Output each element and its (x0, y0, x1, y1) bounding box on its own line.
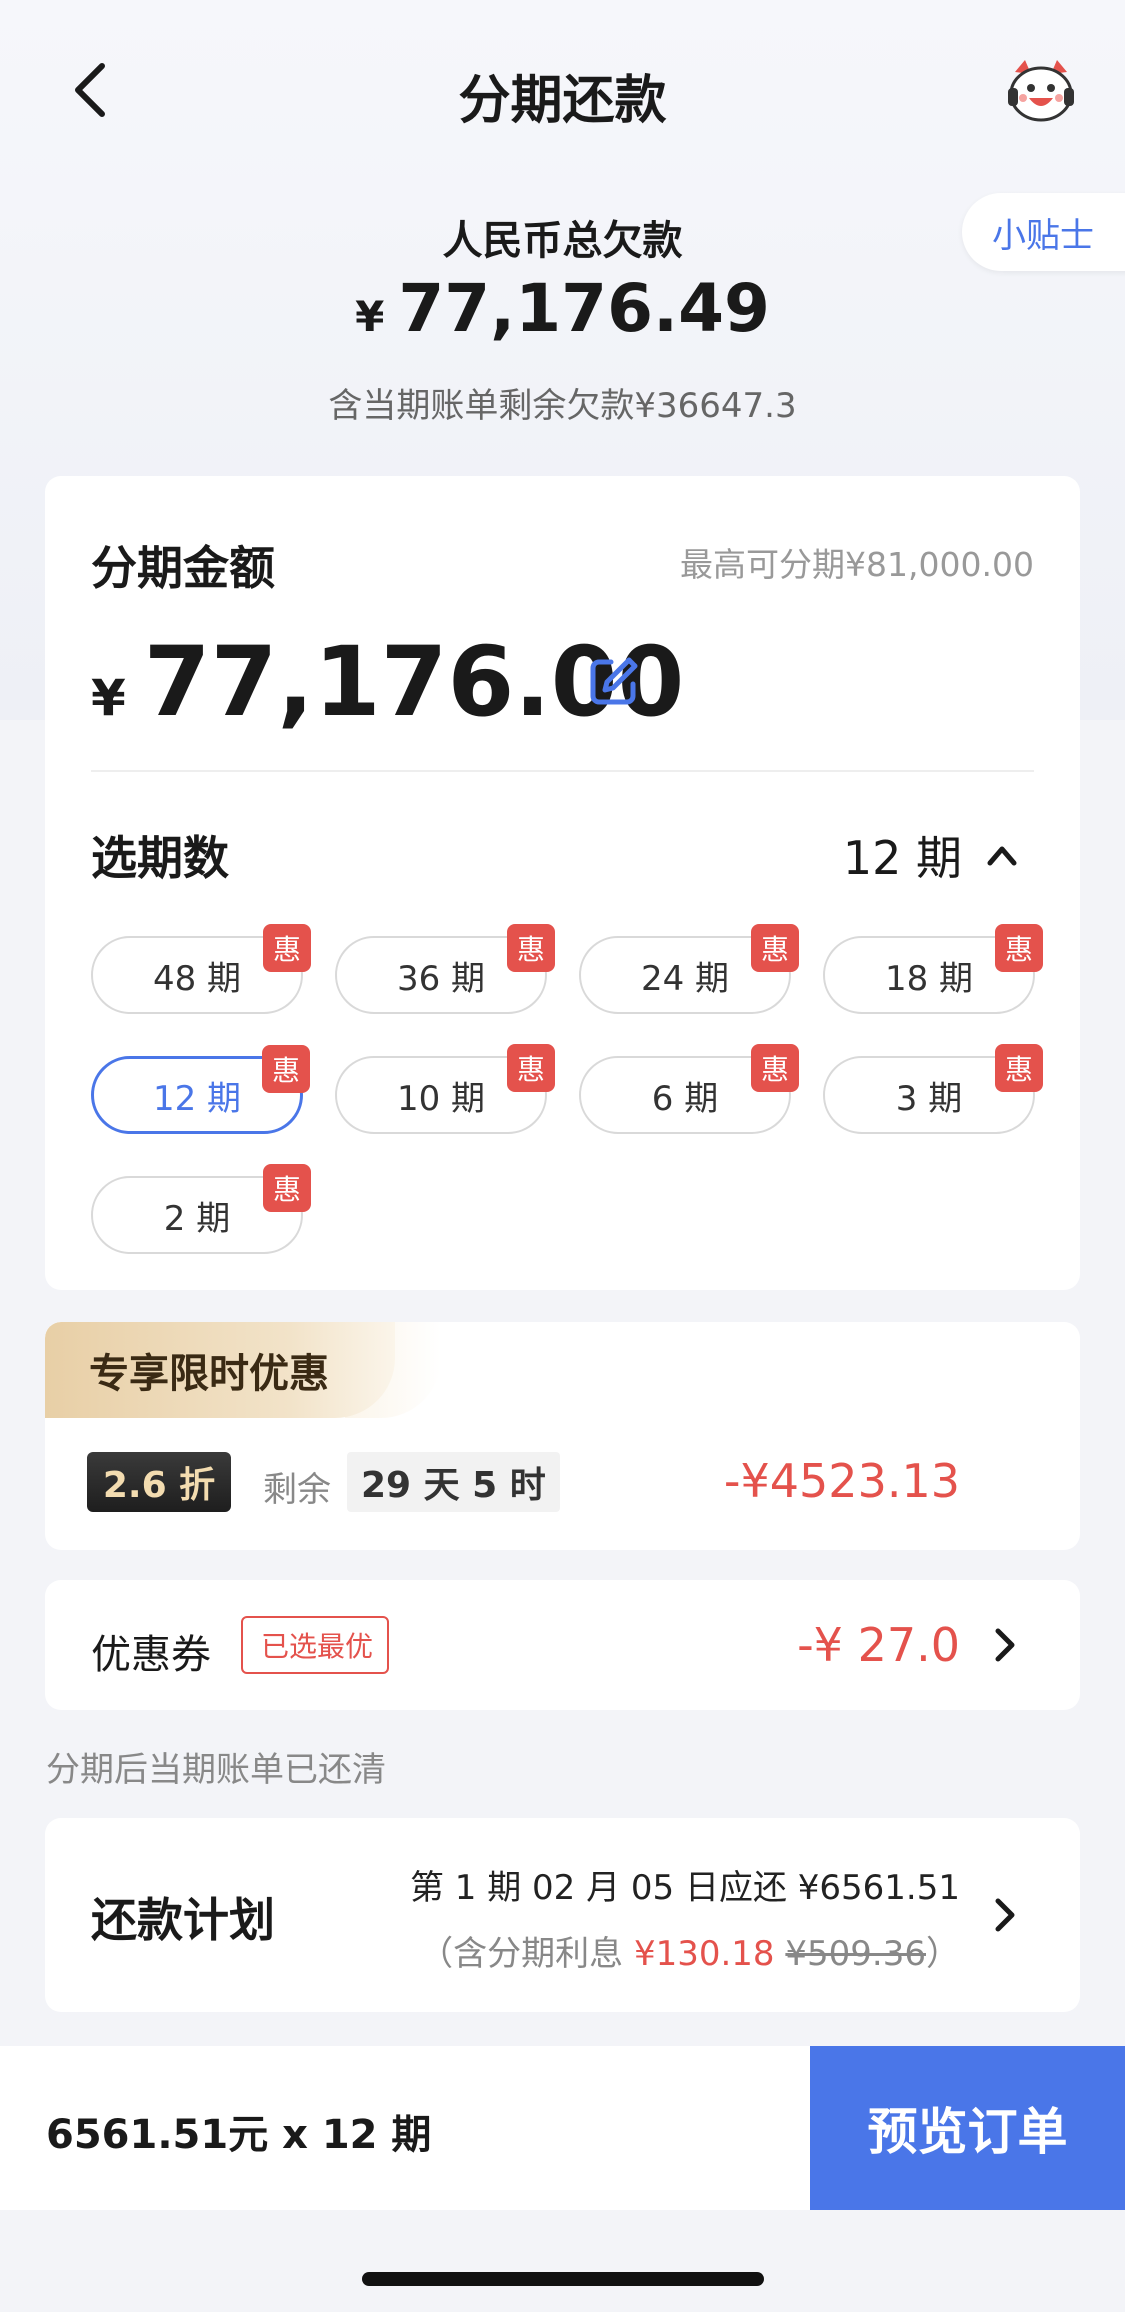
original-interest-amount: ¥509.36 (785, 1934, 926, 1974)
remaining-label: 剩余 (263, 1470, 331, 1510)
discount-badge: 惠 (263, 924, 311, 972)
period-option-24[interactable]: 24 期 惠 (579, 924, 799, 1014)
period-option-label: 2 期 (163, 1198, 231, 1239)
period-option-36[interactable]: 36 期 惠 (335, 924, 555, 1014)
currency-symbol: ¥ (91, 669, 126, 727)
payment-summary: 6561.51元 x 12 期 (46, 2112, 432, 2158)
home-indicator[interactable] (362, 2272, 764, 2286)
bottom-action-bar: 6561.51元 x 12 期 预览订单 (0, 2046, 1125, 2210)
edit-icon[interactable] (585, 654, 641, 710)
discount-badge: 惠 (751, 1044, 799, 1092)
chevron-right-icon (995, 1628, 1015, 1662)
navigation-bar: 分期还款 (0, 40, 1125, 140)
period-option-label: 6 期 (651, 1078, 719, 1119)
period-option-label: 36 期 (396, 958, 486, 999)
chevron-right-icon (995, 1898, 1015, 1932)
first-payment-info: 第 1 期 02 月 05 日应还 ¥6561.51 (409, 1868, 960, 1908)
interest-amount: ¥130.18 (633, 1934, 775, 1974)
period-option-10[interactable]: 10 期 惠 (335, 1044, 555, 1134)
period-option-label: 10 期 (396, 1078, 486, 1119)
period-option-label: 12 期 (152, 1078, 242, 1119)
chevron-up-icon (987, 846, 1017, 866)
coupon-best-tag: 已选最优 (241, 1616, 390, 1674)
period-select-title: 选期数 (91, 831, 229, 885)
discount-badge: 惠 (751, 924, 799, 972)
total-debt-amount: ¥77,176.49 (0, 270, 1125, 347)
discount-badge: 惠 (995, 924, 1043, 972)
promo-banner: 专享限时优惠 (45, 1322, 395, 1418)
period-option-label: 18 期 (884, 958, 974, 999)
period-option-label: 24 期 (640, 958, 730, 999)
discount-badge: 惠 (507, 1044, 555, 1092)
period-option-18[interactable]: 18 期 惠 (823, 924, 1043, 1014)
coupon-amount: -¥ 27.0 (797, 1618, 960, 1672)
current-bill-remaining: 含当期账单剩余欠款¥36647.3 (328, 386, 797, 426)
limited-offer-card: 专享限时优惠 2.6 折 剩余 29 天 5 时 -¥4523.13 (45, 1322, 1080, 1550)
period-option-2[interactable]: 2 期 惠 (91, 1164, 311, 1254)
period-option-6[interactable]: 6 期 惠 (579, 1044, 799, 1134)
total-debt-value: 77,176.49 (398, 270, 770, 347)
interest-prefix: （含分期利息 (419, 1934, 634, 1974)
discount-badge: 惠 (263, 1164, 311, 1212)
selected-period: 12 期 (842, 831, 962, 885)
period-option-label: 3 期 (895, 1078, 963, 1119)
period-option-12[interactable]: 12 期 惠 (91, 1045, 310, 1134)
bill-cleared-note: 分期后当期账单已还清 (46, 1750, 386, 1790)
divider (91, 770, 1034, 772)
discount-badge: 惠 (262, 1045, 310, 1093)
currency-symbol: ¥ (355, 292, 385, 341)
page-title: 分期还款 (458, 71, 667, 131)
coupon-row[interactable]: 优惠券 已选最优 -¥ 27.0 (45, 1580, 1080, 1710)
preview-order-button[interactable]: 预览订单 (810, 2046, 1125, 2210)
coupon-label: 优惠券 (91, 1632, 211, 1678)
remaining-time: 29 天 5 时 (347, 1452, 560, 1512)
discount-badge: 惠 (995, 1044, 1043, 1092)
total-debt-label: 人民币总欠款 (442, 218, 683, 264)
discount-badge: 惠 (507, 924, 555, 972)
discount-rate-badge: 2.6 折 (87, 1452, 231, 1512)
interest-info: （含分期利息 ¥130.18 ¥509.36） (419, 1926, 960, 1975)
period-option-48[interactable]: 48 期 惠 (91, 924, 311, 1014)
installment-card: 分期金额 最高可分期¥81,000.00 ¥77,176.00 选期数 12 期… (45, 476, 1080, 1290)
interest-suffix: ） (926, 1934, 960, 1974)
mascot-icon[interactable] (1005, 58, 1077, 124)
max-installment-amount: 最高可分期¥81,000.00 (680, 545, 1034, 584)
installment-amount-title: 分期金额 (91, 541, 275, 595)
period-selector-toggle[interactable]: 12 期 (843, 822, 1020, 888)
repayment-plan-row[interactable]: 还款计划 第 1 期 02 月 05 日应还 ¥6561.51 （含分期利息 ¥… (45, 1818, 1080, 2012)
repayment-plan-title: 还款计划 (91, 1893, 275, 1947)
period-option-label: 48 期 (152, 958, 242, 999)
promo-discount-amount: -¥4523.13 (723, 1454, 960, 1508)
period-option-3[interactable]: 3 期 惠 (823, 1044, 1043, 1134)
